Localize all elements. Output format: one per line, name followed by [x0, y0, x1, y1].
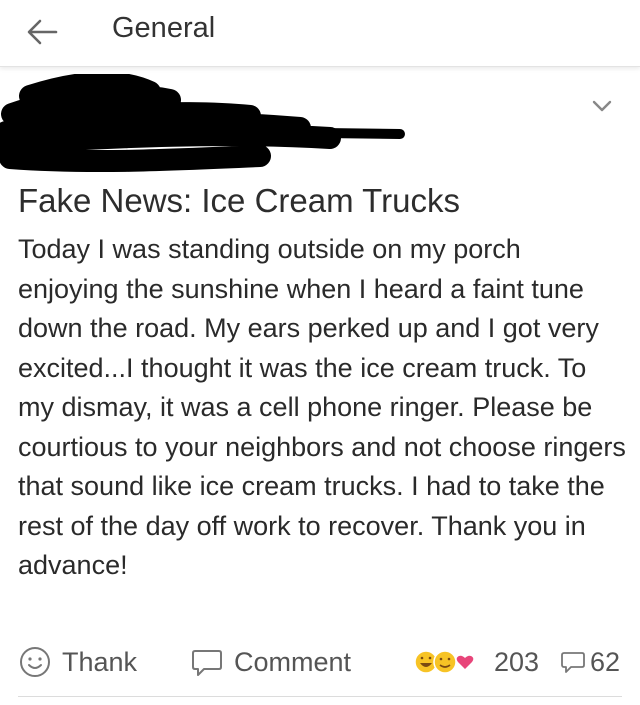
chevron-down-icon	[592, 100, 612, 112]
reaction-emoji-icons	[414, 650, 474, 674]
arrow-left-icon	[27, 19, 58, 45]
thank-button[interactable]: Thank	[18, 642, 137, 682]
comment-count-icon	[561, 652, 585, 673]
post-card: Fake News: Ice Cream Trucks Today I was …	[0, 74, 640, 705]
redacted-author-scribble	[0, 74, 405, 173]
reaction-count: 203	[494, 646, 540, 677]
post-menu-button[interactable]	[588, 92, 616, 120]
post-body: Today I was standing outside on my porch…	[18, 234, 626, 580]
thank-label: Thank	[62, 646, 138, 677]
comment-button[interactable]: Comment	[190, 642, 351, 682]
divider	[18, 696, 622, 697]
reactions-summary[interactable]: 203	[412, 642, 539, 682]
top-bar: General	[0, 0, 640, 67]
comment-count-value: 62	[590, 646, 621, 677]
post-actions: Thank Comment 203 62	[0, 634, 640, 690]
post-title: Fake News: Ice Cream Trucks	[18, 182, 460, 219]
back-button[interactable]	[22, 12, 62, 52]
comment-label: Comment	[234, 646, 352, 677]
comment-bubble-icon	[192, 650, 222, 676]
comment-count[interactable]: 62	[560, 642, 620, 682]
smiley-icon	[20, 647, 50, 677]
page-title: General	[112, 12, 216, 44]
